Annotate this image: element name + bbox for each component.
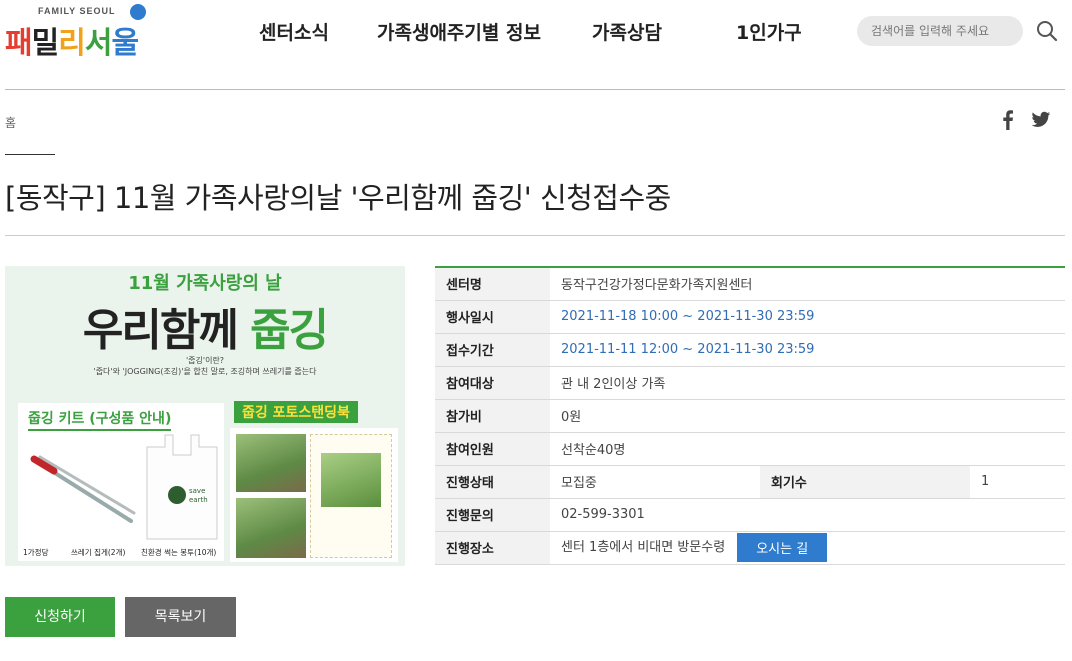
row-label: 진행문의 bbox=[435, 498, 550, 532]
poster-subtitle: 11월 가족사랑의 날 bbox=[128, 273, 282, 294]
search-icon[interactable] bbox=[1035, 19, 1059, 43]
row-label: 진행장소 bbox=[435, 531, 550, 565]
event-info-table: 센터명 동작구건강가정다문화가족지원센터 행사일시 2021-11-18 10:… bbox=[435, 266, 1065, 565]
eco-bag-icon: save earth bbox=[146, 434, 218, 540]
registration-period-value: 2021-11-11 12:00 ~ 2021-11-30 23:59 bbox=[550, 333, 1065, 367]
breadcrumb-home[interactable]: 홈 bbox=[5, 114, 16, 131]
logo-main-text: 패밀리서울 bbox=[5, 26, 139, 61]
nav-single-household[interactable]: 1인가구 bbox=[736, 18, 802, 45]
table-row: 행사일시 2021-11-18 10:00 ~ 2021-11-30 23:59 bbox=[435, 300, 1065, 334]
title-accent-line bbox=[5, 154, 55, 155]
header-divider bbox=[5, 89, 1065, 90]
twitter-icon[interactable] bbox=[1031, 111, 1051, 129]
row-label: 참여인원 bbox=[435, 432, 550, 466]
search-input[interactable] bbox=[857, 16, 1023, 46]
fee-value: 0원 bbox=[550, 399, 1065, 433]
svg-text:earth: earth bbox=[189, 496, 208, 504]
kit-card: 줍깅 키트 (구성품 안내) save earth 1가정당 쓰레기 집게(2개… bbox=[18, 403, 224, 561]
family-photo bbox=[236, 434, 306, 492]
photo-card bbox=[230, 428, 398, 562]
list-button[interactable]: 목록보기 bbox=[125, 597, 236, 637]
kit-title: 줍깅 키트 (구성품 안내) bbox=[28, 408, 172, 431]
event-poster: 11월 가족사랑의 날 우리함께 줍깅 '줍깅'이란? '줍다'와 'JOGGI… bbox=[5, 266, 405, 566]
row-label: 회기수 bbox=[760, 465, 970, 499]
table-row: 참여인원 선착순40명 bbox=[435, 432, 1065, 466]
status-value: 모집중 bbox=[550, 465, 760, 499]
table-row: 센터명 동작구건강가정다문화가족지원센터 bbox=[435, 266, 1065, 301]
photo-book-title: 줍깅 포토스탠딩북 bbox=[234, 401, 358, 423]
nav-family-counseling[interactable]: 가족상담 bbox=[592, 18, 662, 45]
row-label: 참가비 bbox=[435, 399, 550, 433]
poster-title: 우리함께 줍깅 bbox=[82, 305, 329, 356]
poster-description: '줍다'와 'JOGGING(조깅)'을 합친 말로, 조깅하며 쓰레기를 줍는… bbox=[93, 367, 317, 376]
table-row: 접수기간 2021-11-11 12:00 ~ 2021-11-30 23:59 bbox=[435, 333, 1065, 367]
site-logo[interactable]: FAMILY SEOUL 패밀리서울 bbox=[5, 4, 146, 61]
kit-label-per-family: 1가정당 bbox=[23, 548, 49, 557]
event-date-value: 2021-11-18 10:00 ~ 2021-11-30 23:59 bbox=[550, 300, 1065, 334]
directions-button[interactable]: 오시는 길 bbox=[737, 533, 828, 562]
table-row: 진행문의 02-599-3301 bbox=[435, 498, 1065, 532]
location-value: 센터 1층에서 비대면 방문수령 bbox=[561, 540, 726, 555]
svg-text:save: save bbox=[189, 487, 205, 495]
table-row: 진행장소 센터 1층에서 비대면 방문수령 오시는 길 bbox=[435, 531, 1065, 565]
table-row: 진행상태 모집중 회기수 1 bbox=[435, 465, 1065, 499]
row-label: 센터명 bbox=[435, 266, 550, 301]
page-title: [동작구] 11월 가족사랑의날 '우리함께 줍깅' 신청접수중 bbox=[5, 181, 671, 215]
contact-value: 02-599-3301 bbox=[550, 498, 1065, 532]
row-label: 참여대상 bbox=[435, 366, 550, 400]
kit-label-tongs: 쓰레기 집게(2개) bbox=[71, 548, 126, 557]
facebook-icon[interactable] bbox=[1000, 110, 1016, 130]
tongs-icon bbox=[30, 455, 136, 523]
capacity-value: 선착순40명 bbox=[550, 432, 1065, 466]
target-audience-value: 관 내 2인이상 가족 bbox=[550, 366, 1065, 400]
title-divider bbox=[5, 235, 1065, 236]
logo-small-text: FAMILY SEOUL bbox=[38, 6, 116, 16]
apply-button[interactable]: 신청하기 bbox=[5, 597, 115, 637]
session-count-value: 1 bbox=[970, 465, 1065, 499]
photo-book-page bbox=[310, 434, 392, 558]
location-cell: 센터 1층에서 비대면 방문수령 오시는 길 bbox=[550, 531, 1065, 565]
row-label: 접수기간 bbox=[435, 333, 550, 367]
nav-center-news[interactable]: 센터소식 bbox=[259, 18, 329, 45]
family-photo bbox=[236, 498, 306, 558]
poster-question: '줍깅'이란? bbox=[185, 356, 225, 365]
center-name-value: 동작구건강가정다문화가족지원센터 bbox=[550, 266, 1065, 301]
table-row: 참가비 0원 bbox=[435, 399, 1065, 433]
table-row: 참여대상 관 내 2인이상 가족 bbox=[435, 366, 1065, 400]
row-label: 진행상태 bbox=[435, 465, 550, 499]
row-label: 행사일시 bbox=[435, 300, 550, 334]
kit-label-bags: 친환경 썩는 봉투(10개) bbox=[141, 548, 217, 557]
site-header: FAMILY SEOUL 패밀리서울 센터소식 가족생애주기별 정보 가족상담 … bbox=[0, 0, 1072, 62]
nav-family-lifecycle-info[interactable]: 가족생애주기별 정보 bbox=[377, 18, 541, 45]
family-photo bbox=[321, 453, 381, 507]
